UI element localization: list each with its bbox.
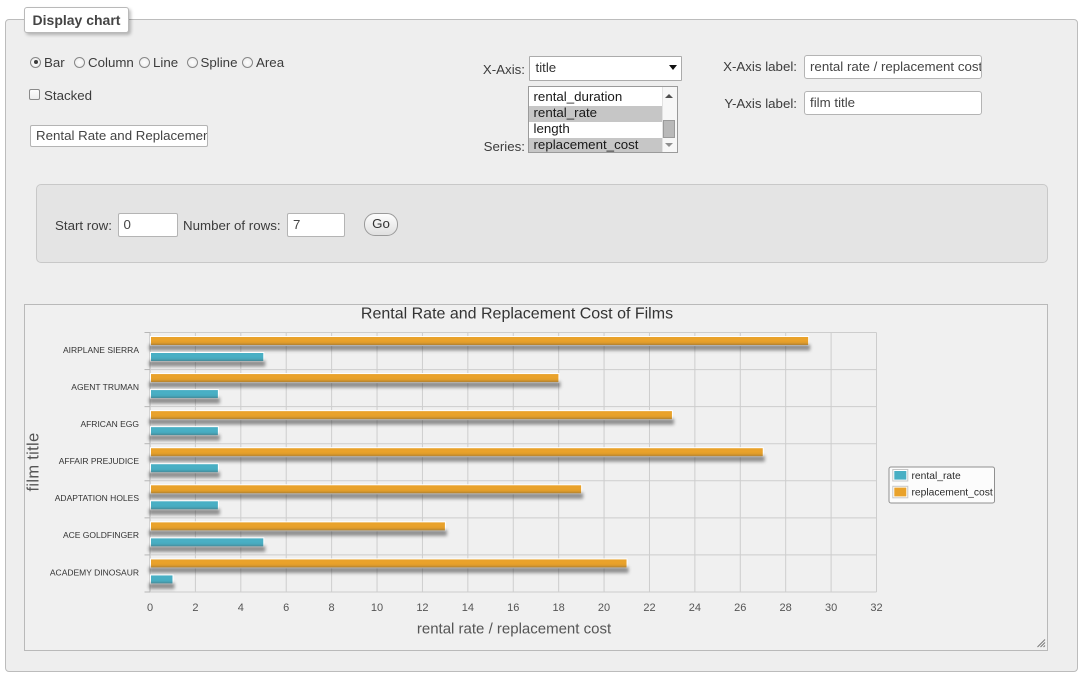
svg-text:rental_rate: rental_rate bbox=[912, 471, 962, 482]
svg-text:4: 4 bbox=[238, 602, 244, 614]
svg-text:film title: film title bbox=[25, 433, 43, 492]
svg-text:8: 8 bbox=[329, 602, 335, 614]
svg-text:AFRICAN EGG: AFRICAN EGG bbox=[80, 419, 139, 429]
svg-text:rental rate / replacement cost: rental rate / replacement cost bbox=[417, 621, 612, 638]
svg-text:AFFAIR PREJUDICE: AFFAIR PREJUDICE bbox=[59, 456, 140, 466]
svg-text:0: 0 bbox=[147, 602, 153, 614]
svg-text:2: 2 bbox=[192, 602, 198, 614]
svg-text:replacement_cost: replacement_cost bbox=[912, 488, 993, 499]
svg-text:24: 24 bbox=[689, 602, 701, 614]
svg-text:12: 12 bbox=[416, 602, 428, 614]
svg-text:ADAPTATION HOLES: ADAPTATION HOLES bbox=[55, 493, 140, 503]
svg-text:AGENT TRUMAN: AGENT TRUMAN bbox=[71, 382, 139, 392]
svg-text:30: 30 bbox=[825, 602, 837, 614]
svg-text:28: 28 bbox=[780, 602, 792, 614]
svg-text:26: 26 bbox=[734, 602, 746, 614]
svg-text:14: 14 bbox=[462, 602, 474, 614]
svg-text:AIRPLANE SIERRA: AIRPLANE SIERRA bbox=[63, 345, 139, 355]
svg-text:ACE GOLDFINGER: ACE GOLDFINGER bbox=[63, 530, 139, 540]
svg-text:ACADEMY DINOSAUR: ACADEMY DINOSAUR bbox=[50, 567, 139, 577]
svg-text:Rental Rate and Replacement Co: Rental Rate and Replacement Cost of Film… bbox=[361, 306, 673, 323]
svg-text:18: 18 bbox=[553, 602, 565, 614]
svg-text:22: 22 bbox=[643, 602, 655, 614]
svg-text:6: 6 bbox=[283, 602, 289, 614]
svg-text:16: 16 bbox=[507, 602, 519, 614]
svg-text:10: 10 bbox=[371, 602, 383, 614]
svg-text:32: 32 bbox=[870, 602, 882, 614]
svg-text:20: 20 bbox=[598, 602, 610, 614]
